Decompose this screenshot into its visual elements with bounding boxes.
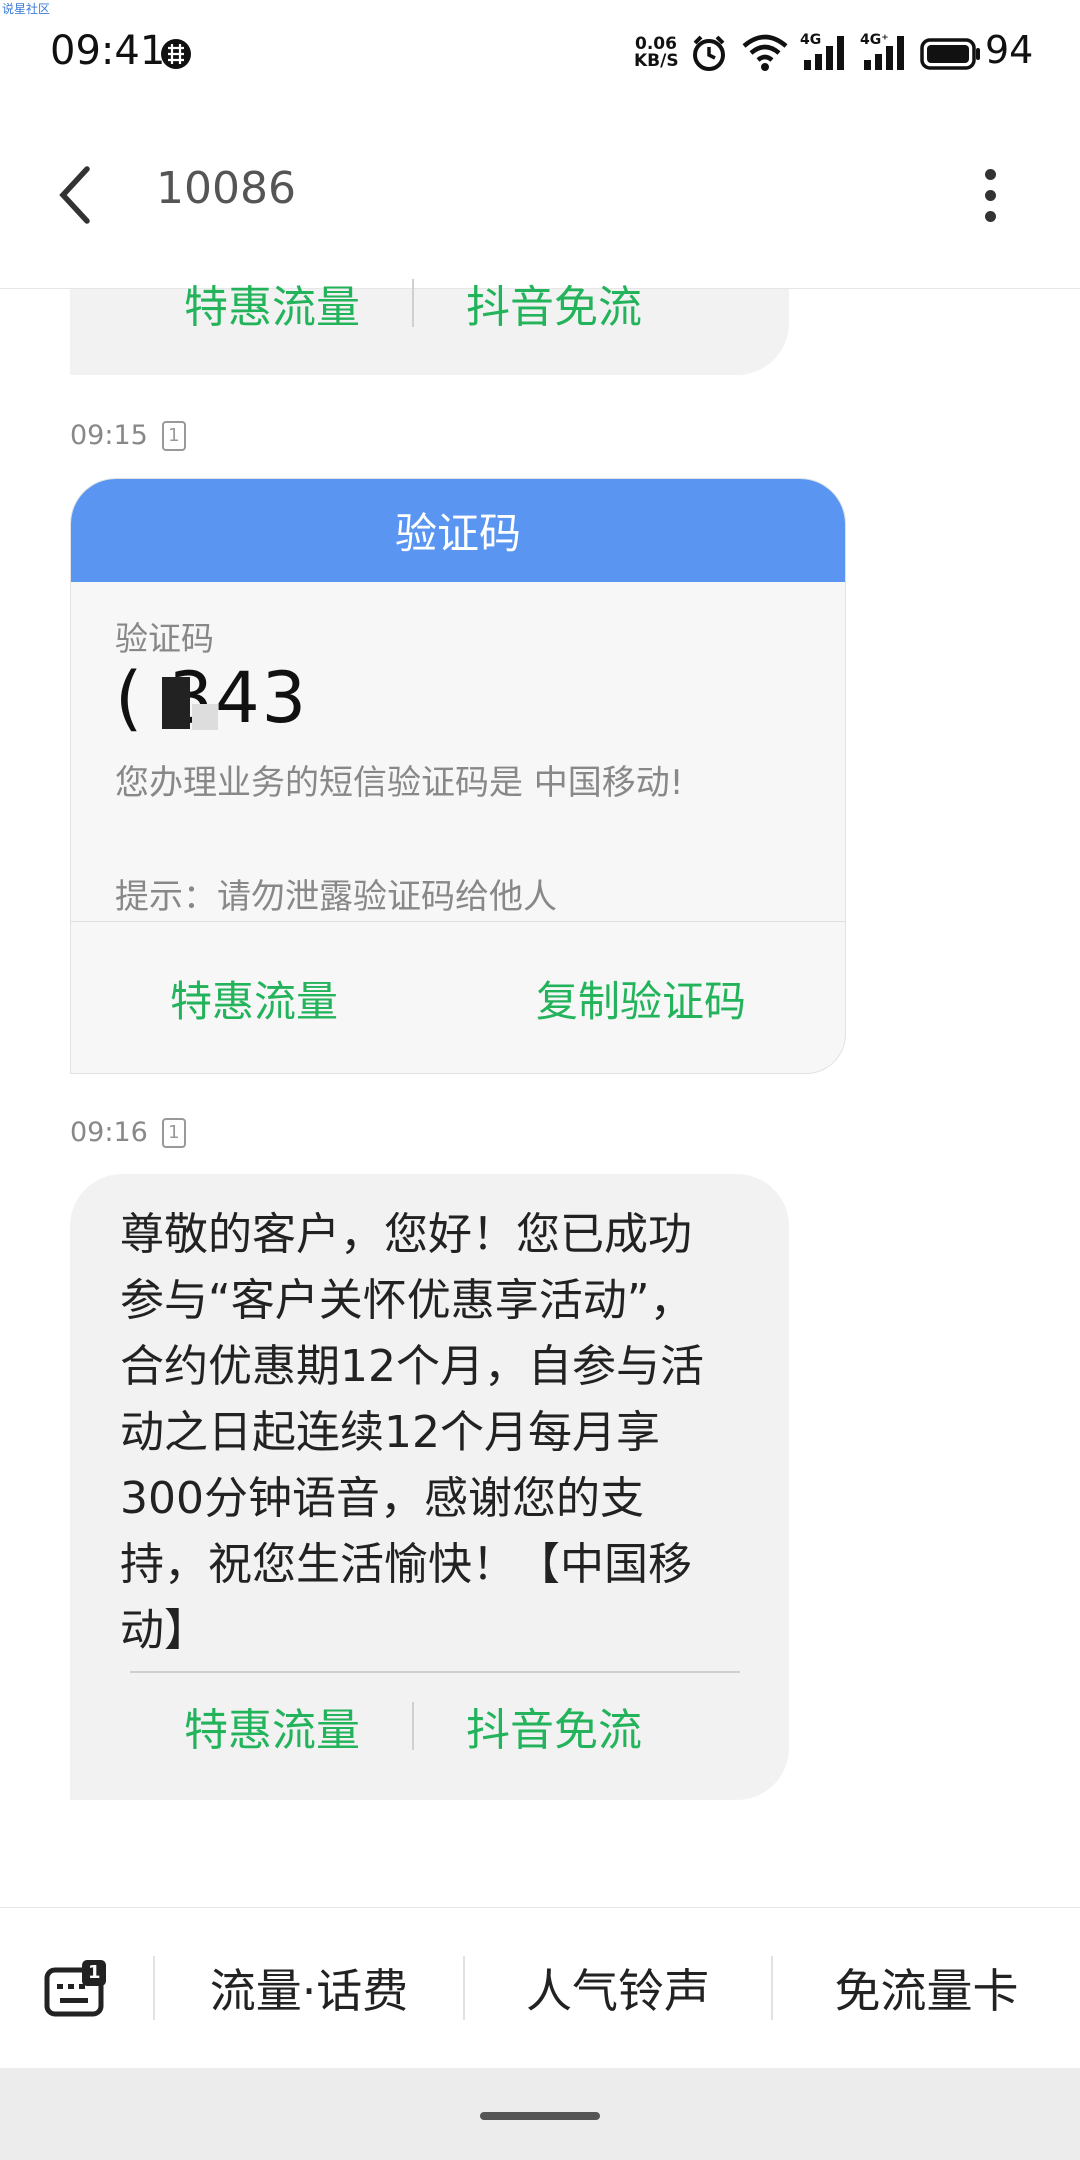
sim-card-icon: 1 (161, 420, 186, 451)
net-speed-unit: KB/S (634, 51, 679, 71)
back-button[interactable] (40, 150, 110, 240)
more-dot-icon (984, 189, 996, 201)
code-message: 您办理业务的短信验证码是 中国移动! (115, 763, 684, 803)
more-options-button[interactable] (960, 150, 1020, 240)
verification-code-card: 验证码 验证码 ( 343 您办理业务的短信验证码是 中国移动! 提示：请勿泄露… (70, 478, 846, 1074)
menu-ringtones[interactable]: 人气铃声 (465, 1908, 771, 2068)
menu-free-data-card[interactable]: 免流量卡 (773, 1908, 1080, 2068)
conversation-header: 10086 (0, 105, 1080, 289)
douyin-free-data-link[interactable]: 抖音免流 (466, 271, 642, 335)
card-actions: 特惠流量 复制验证码 (71, 922, 845, 1073)
more-dot-icon (984, 168, 996, 180)
action-divider (412, 279, 414, 327)
more-dot-icon (984, 210, 996, 222)
battery-icon (920, 38, 980, 70)
message-timestamp: 09:16 1 (70, 1117, 186, 1148)
otp-timestamp: 09:15 1 (70, 420, 186, 451)
special-data-link[interactable]: 特惠流量 (184, 271, 360, 335)
contact-title: 10086 (156, 163, 296, 214)
wifi-icon (742, 34, 788, 71)
menu-data-billing[interactable]: 流量·话费 (155, 1908, 463, 2068)
copy-code-button[interactable]: 复制验证码 (536, 968, 746, 1029)
special-data-link[interactable]: 特惠流量 (184, 1694, 360, 1758)
home-indicator[interactable] (480, 2112, 600, 2120)
keyboard-badge: 1 (88, 1962, 101, 1983)
message-text: 尊敬的客户，您好！您已成功参与“客户关怀优惠享活动”，合约优惠期12个月，自参与… (120, 1209, 704, 1656)
card-header: 验证码 (71, 479, 845, 582)
signal-2-icon: 4G⁺ (860, 32, 912, 72)
alarm-icon (693, 35, 725, 71)
status-bar: 09:41 0.06 KB/S 4G 4G⁺ 94 (0, 0, 1080, 105)
sim-card-icon: 1 (161, 1117, 186, 1148)
card-body: 验证码 ( 343 您办理业务的短信验证码是 中国移动! 提示：请勿泄露验证码给… (71, 582, 845, 922)
china-mobile-icon (161, 39, 191, 69)
service-menu-bar: 1 流量·话费 人气铃声 免流量卡 (0, 1907, 1080, 2068)
security-hint: 提示：请勿泄露验证码给他人 (115, 877, 557, 917)
special-data-link[interactable]: 特惠流量 (170, 968, 338, 1029)
net-speed-indicator: 0.06 KB/S (634, 36, 679, 71)
timestamp-text: 09:15 (70, 420, 148, 451)
douyin-free-data-link[interactable]: 抖音免流 (466, 1694, 642, 1758)
code-label: 验证码 (115, 619, 214, 658)
redaction-mark (192, 704, 218, 730)
action-divider (412, 1702, 414, 1750)
redaction-mark (162, 677, 190, 729)
previous-message-actions: 特惠流量 抖音免流 (184, 271, 642, 335)
message-bubble[interactable]: 尊敬的客户，您好！您已成功参与“客户关怀优惠享活动”，合约优惠期12个月，自参与… (70, 1174, 789, 1800)
message-divider (130, 1671, 740, 1673)
back-arrow-icon (59, 166, 90, 224)
previous-message-bubble: 特惠流量 抖音免流 (70, 279, 789, 375)
signal-1-icon: 4G (800, 32, 852, 72)
status-time: 09:41 (50, 28, 166, 74)
keyboard-toggle-button[interactable]: 1 (44, 1960, 108, 2020)
battery-level: 94 (985, 28, 1034, 72)
message-actions: 特惠流量 抖音免流 (184, 1694, 642, 1758)
timestamp-text: 09:16 (70, 1117, 148, 1148)
system-navigation-area (0, 2068, 1080, 2160)
